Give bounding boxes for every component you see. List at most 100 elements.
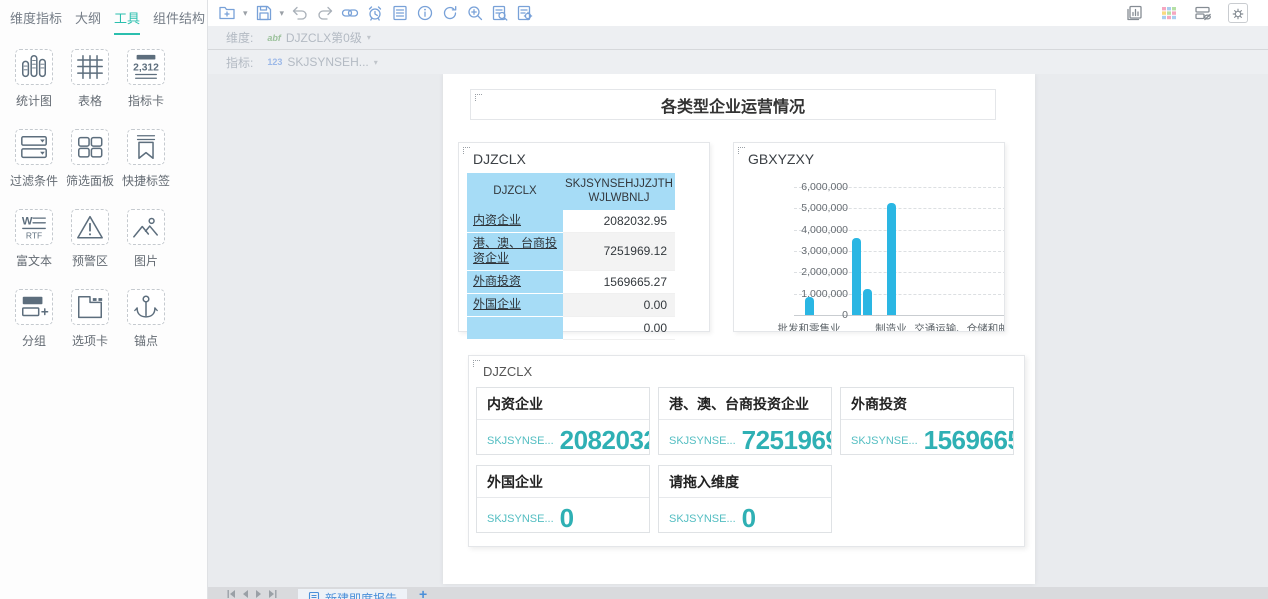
dropdown-caret-icon[interactable]: ▾ [243, 8, 248, 19]
sidebar-tab-bar: 维度指标大纲工具组件结构 [0, 0, 207, 35]
info-icon[interactable] [416, 4, 434, 22]
tool-chart-tool[interactable]: 统计图 [6, 49, 62, 109]
indicator-card[interactable]: 请拖入维度 SKJSYNSE... 0 [658, 465, 832, 533]
toolbar-left-group: ▾▾ [218, 4, 534, 22]
richtext-tool-icon: WRTF [17, 212, 51, 242]
tool-label: 选项卡 [62, 332, 118, 349]
caret-down-icon[interactable]: ▾ [367, 33, 371, 42]
table-dimension-cell[interactable]: 外国企业 [467, 293, 563, 316]
zoom-plus-icon[interactable] [466, 4, 484, 22]
drag-handle-icon[interactable] [463, 147, 470, 154]
first-page-icon[interactable] [226, 589, 236, 599]
doc-settings-icon[interactable] [516, 4, 534, 22]
settings-gear-icon[interactable] [1228, 3, 1248, 23]
card-metric-label: SKJSYNSE... [851, 435, 918, 447]
card-metric-label: SKJSYNSE... [669, 513, 736, 525]
chart-title: GBXYZXY [734, 143, 1004, 167]
report-title: 各类型企业运营情况 [661, 93, 805, 117]
table-header-cell[interactable]: DJZCLX [467, 173, 563, 210]
indicator-card[interactable]: 外商投资 SKJSYNSE... 1569665. [840, 387, 1014, 455]
card-metric-label: SKJSYNSE... [487, 513, 554, 525]
drag-handle-icon[interactable] [473, 360, 480, 367]
indicator-cards-component[interactable]: DJZCLX 内资企业 SKJSYNSE... 2082032. 港、澳、台商投… [468, 355, 1025, 547]
hide-component-icon[interactable] [1194, 4, 1212, 22]
sidebar-tab-1[interactable]: 大纲 [75, 8, 101, 35]
table-dimension-cell[interactable] [467, 316, 563, 339]
metric-pill[interactable]: 123 SKJSYNSEH... ▾ [267, 55, 377, 69]
indicator-card[interactable]: 外国企业 SKJSYNSE... 0 [476, 465, 650, 533]
tool-label: 富文本 [6, 252, 62, 269]
card-title: 港、澳、台商投资企业 [659, 388, 831, 420]
tool-label: 统计图 [6, 92, 62, 109]
table-dimension-cell[interactable]: 港、澳、台商投资企业 [467, 232, 563, 270]
prev-page-icon[interactable] [240, 589, 250, 599]
redo-icon[interactable] [316, 4, 334, 22]
new-report-icon[interactable] [218, 4, 236, 22]
table-row: 港、澳、台商投资企业7251969.12 [467, 232, 675, 270]
tool-tab-card-tool[interactable]: 选项卡 [62, 289, 118, 349]
tool-filter-tool[interactable]: 过滤条件 [6, 129, 62, 189]
list-doc-icon[interactable] [391, 4, 409, 22]
tool-label: 筛选面板 [62, 172, 118, 189]
refresh-icon[interactable] [441, 4, 459, 22]
dimension-value: DJZCLX第0级 [286, 29, 362, 46]
theme-grid-icon[interactable] [1160, 4, 1178, 22]
toolbar: ▾▾ [208, 0, 1268, 26]
table-dimension-cell[interactable]: 外商投资 [467, 270, 563, 293]
left-sidebar: 维度指标大纲工具组件结构 统计图 表格 2,312 指标卡 过滤条件 筛选面板 … [0, 0, 208, 599]
main-area: ▾▾ 维度: abf DJZCLX第0级 ▾ 指标: 123 SKJSYNSEH… [208, 0, 1268, 599]
sidebar-tab-0[interactable]: 维度指标 [10, 8, 62, 35]
sheet-tab[interactable]: 新建即席报告 [298, 589, 407, 599]
undo-icon[interactable] [291, 4, 309, 22]
tool-alert-tool[interactable]: 预警区 [62, 209, 118, 269]
tool-label: 预警区 [62, 252, 118, 269]
link-icon[interactable] [341, 4, 359, 22]
save-icon[interactable] [255, 4, 273, 22]
title-component[interactable]: 各类型企业运营情况 [470, 89, 996, 120]
dropdown-caret-icon[interactable]: ▾ [280, 8, 285, 19]
chart-bar[interactable] [805, 297, 814, 315]
tool-filter-panel-tool[interactable]: 筛选面板 [62, 129, 118, 189]
chart-bar[interactable] [887, 203, 896, 315]
chart-panel-icon[interactable] [1126, 4, 1144, 22]
chart-bar[interactable] [863, 289, 872, 315]
sidebar-tab-2[interactable]: 工具 [114, 8, 140, 35]
tool-group-tool[interactable]: 分组 [6, 289, 62, 349]
tool-richtext-tool[interactable]: WRTF 富文本 [6, 209, 62, 269]
drag-handle-icon[interactable] [738, 147, 745, 154]
x-axis-label: 批发和零售业 [778, 321, 841, 332]
last-page-icon[interactable] [268, 589, 278, 599]
tool-anchor-tool[interactable]: 锚点 [118, 289, 174, 349]
table-dimension-cell[interactable]: 内资企业 [467, 210, 563, 233]
alarm-icon[interactable] [366, 4, 384, 22]
svg-text:2,312: 2,312 [133, 62, 159, 73]
table-row: 外国企业0.00 [467, 293, 675, 316]
indicator-card-tool-icon: 2,312 [129, 52, 163, 82]
text-type-icon: abf [267, 33, 281, 43]
card-title: 外商投资 [841, 388, 1013, 420]
bar-chart-component[interactable]: GBXYZXY 01,000,0002,000,0003,000,0004,00… [733, 142, 1005, 332]
chart-bar[interactable] [852, 238, 861, 315]
table-header-row: DJZCLXSKJSYNSEHJJZJTHWJLWBNLJ [467, 173, 675, 210]
table-component[interactable]: DJZCLX DJZCLXSKJSYNSEHJJZJTHWJLWBNLJ 内资企… [458, 142, 710, 332]
tool-indicator-card-tool[interactable]: 2,312 指标卡 [118, 49, 174, 109]
drag-handle-icon[interactable] [475, 94, 482, 101]
tool-image-tool[interactable]: 图片 [118, 209, 174, 269]
doc-search-icon[interactable] [491, 4, 509, 22]
tab-card-tool-icon [73, 292, 107, 322]
dimension-row: 维度: abf DJZCLX第0级 ▾ [208, 26, 1268, 50]
tool-bookmark-tool[interactable]: 快捷标签 [118, 129, 174, 189]
x-axis-label: 制造业 [875, 321, 907, 332]
table-header-cell[interactable]: SKJSYNSEHJJZJTHWJLWBNLJ [563, 173, 675, 210]
image-tool-icon [129, 212, 163, 242]
dimension-pill[interactable]: abf DJZCLX第0级 ▾ [267, 29, 371, 46]
tool-table-tool[interactable]: 表格 [62, 49, 118, 109]
indicator-card[interactable]: 内资企业 SKJSYNSE... 2082032. [476, 387, 650, 455]
add-sheet-button[interactable]: + [419, 589, 427, 599]
caret-down-icon[interactable]: ▾ [374, 58, 378, 67]
next-page-icon[interactable] [254, 589, 264, 599]
sheet-tab-label: 新建即席报告 [325, 590, 397, 599]
sidebar-tab-3[interactable]: 组件结构 [153, 8, 205, 35]
indicator-card[interactable]: 港、澳、台商投资企业 SKJSYNSE... 7251969. [658, 387, 832, 455]
table-value-cell: 0.00 [563, 293, 675, 316]
